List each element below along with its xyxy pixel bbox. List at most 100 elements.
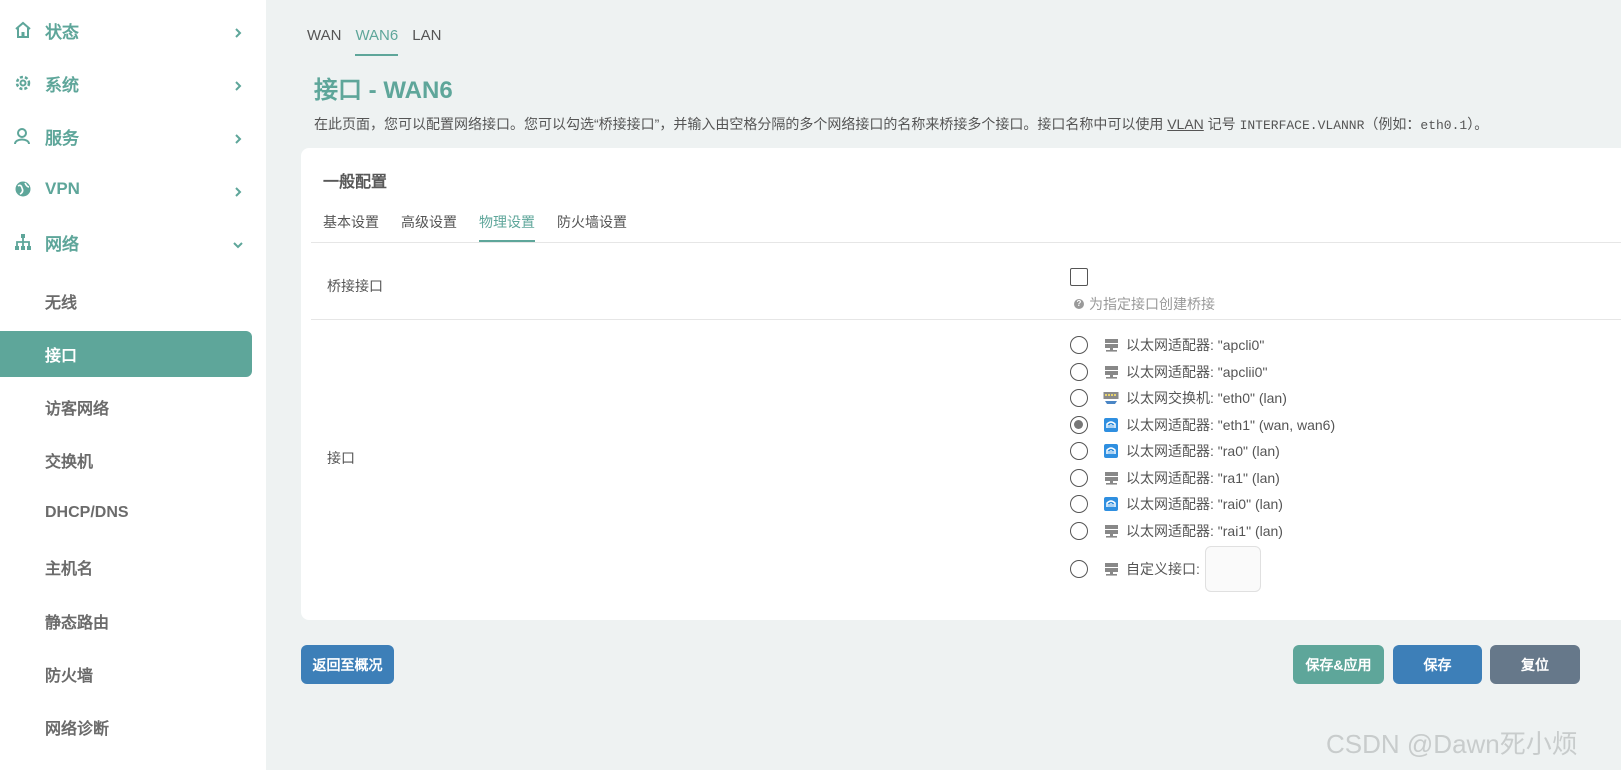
tab-basic-settings[interactable]: 基本设置 bbox=[323, 210, 379, 242]
interface-label: 接口 bbox=[327, 450, 355, 466]
wifi-adapter-icon bbox=[1103, 443, 1119, 459]
interface-option-label: 以太网适配器: "eth1" (wan, wan6) bbox=[1126, 416, 1336, 433]
desc-code: INTERFACE.VLANNR bbox=[1239, 118, 1365, 133]
radio-button[interactable] bbox=[1070, 389, 1088, 408]
sidebar-item-label: 交换机 bbox=[45, 454, 94, 471]
watermark: CSDN @Dawn死小烦 bbox=[1326, 729, 1578, 759]
interface-list: 以太网适配器: "apcli0" 以太网适配器: "apclii0" 以太网交换… bbox=[1070, 332, 1335, 594]
sidebar-item-static-routes[interactable]: 静态路由 bbox=[0, 598, 252, 644]
interface-option-label: 以太网适配器: "apclii0" bbox=[1126, 363, 1268, 380]
menu-status[interactable]: 状态 bbox=[0, 4, 266, 56]
chevron-right-icon bbox=[233, 78, 243, 91]
interface-option-label: 以太网适配器: "ra1" (lan) bbox=[1126, 469, 1280, 486]
desc-text: （例如： bbox=[1364, 116, 1421, 132]
wifi-adapter-icon bbox=[1103, 417, 1119, 433]
menu-system-label: 系统 bbox=[45, 75, 79, 95]
sidebar-item-diagnostics[interactable]: 网络诊断 bbox=[0, 704, 252, 750]
back-to-overview-button[interactable]: 返回至概况 bbox=[301, 645, 394, 684]
sidebar-item-label: 访客网络 bbox=[45, 401, 110, 418]
interface-option-eth0[interactable]: 以太网交换机: "eth0" (lan) bbox=[1070, 385, 1335, 412]
sidebar-item-dhcp-dns[interactable]: DHCP/DNS bbox=[0, 490, 252, 536]
chevron-right-icon bbox=[233, 184, 243, 197]
sidebar-item-label: 主机名 bbox=[45, 561, 94, 578]
interface-option-label: 以太网适配器: "apcli0" bbox=[1126, 337, 1265, 354]
wifi-adapter-icon bbox=[1103, 496, 1119, 512]
tab-physical-settings[interactable]: 物理设置 bbox=[479, 210, 535, 242]
menu-vpn[interactable]: VPN bbox=[0, 163, 266, 215]
desc-text: ）。 bbox=[1467, 116, 1489, 132]
sidebar-item-label: 静态路由 bbox=[45, 615, 110, 632]
bridge-hint: ? 为指定接口创建桥接 bbox=[1074, 294, 1215, 314]
sidebar-item-label: 无线 bbox=[45, 295, 78, 312]
tab-advanced-settings[interactable]: 高级设置 bbox=[401, 210, 457, 242]
save-button[interactable]: 保存 bbox=[1393, 645, 1482, 684]
section-title: 一般配置 bbox=[323, 174, 388, 191]
radio-button[interactable] bbox=[1070, 415, 1088, 434]
menu-status-label: 状态 bbox=[45, 22, 79, 42]
sidebar-item-interfaces[interactable]: 接口 bbox=[0, 331, 252, 377]
interface-option-eth1[interactable]: 以太网适配器: "eth1" (wan, wan6) bbox=[1070, 412, 1335, 439]
tab-lan[interactable]: LAN bbox=[412, 22, 441, 56]
sidebar-item-label: 接口 bbox=[45, 348, 78, 365]
vlan-link[interactable]: VLAN bbox=[1167, 116, 1204, 132]
interface-option-rai0[interactable]: 以太网适配器: "rai0" (lan) bbox=[1070, 491, 1335, 518]
sidebar-item-label: 网络诊断 bbox=[45, 721, 110, 738]
globe-icon bbox=[13, 179, 33, 199]
menu-network-label: 网络 bbox=[45, 234, 79, 254]
desc-text: 在此页面，您可以配置网络接口。您可以勾选“桥接接口”，并输入由空格分隔的多个网络… bbox=[314, 116, 1168, 132]
ethernet-adapter-icon bbox=[1103, 561, 1119, 577]
gear-icon bbox=[13, 73, 33, 93]
sidebar-item-wireless[interactable]: 无线 bbox=[0, 278, 252, 324]
ethernet-adapter-icon bbox=[1103, 364, 1119, 380]
sidebar-item-guest-network[interactable]: 访客网络 bbox=[0, 384, 252, 430]
reset-button[interactable]: 复位 bbox=[1490, 645, 1580, 684]
interface-option-apcli0[interactable]: 以太网适配器: "apcli0" bbox=[1070, 332, 1335, 359]
interface-option-ra0[interactable]: 以太网适配器: "ra0" (lan) bbox=[1070, 438, 1335, 465]
tab-wan[interactable]: WAN bbox=[307, 22, 341, 56]
save-apply-button[interactable]: 保存&应用 bbox=[1293, 645, 1384, 684]
radio-button[interactable] bbox=[1070, 336, 1088, 355]
sidebar-item-label: 防火墙 bbox=[45, 668, 94, 685]
radio-button[interactable] bbox=[1070, 521, 1088, 540]
radio-button[interactable] bbox=[1070, 468, 1088, 487]
ethernet-adapter-icon bbox=[1103, 337, 1119, 353]
menu-network[interactable]: 网络 bbox=[0, 216, 266, 268]
menu-vpn-label: VPN bbox=[45, 179, 80, 198]
interface-option-label: 以太网适配器: "rai0" (lan) bbox=[1126, 496, 1283, 513]
radio-button[interactable] bbox=[1070, 560, 1088, 578]
page-description: 在此页面，您可以配置网络接口。您可以勾选“桥接接口”，并输入由空格分隔的多个网络… bbox=[314, 114, 1488, 134]
menu-services[interactable]: 服务 bbox=[0, 110, 266, 162]
tab-firewall-settings[interactable]: 防火墙设置 bbox=[557, 210, 627, 242]
interface-option-rai1[interactable]: 以太网适配器: "rai1" (lan) bbox=[1070, 518, 1335, 545]
help-icon: ? bbox=[1074, 299, 1084, 309]
interface-option-ra1[interactable]: 以太网适配器: "ra1" (lan) bbox=[1070, 465, 1335, 492]
bridge-hint-text: 为指定接口创建桥接 bbox=[1089, 296, 1215, 312]
bridge-checkbox[interactable] bbox=[1070, 268, 1088, 286]
radio-button[interactable] bbox=[1070, 362, 1088, 381]
bridge-label: 桥接接口 bbox=[327, 278, 383, 294]
sidebar-item-switch[interactable]: 交换机 bbox=[0, 437, 252, 483]
tab-wan6[interactable]: WAN6 bbox=[355, 22, 399, 56]
interface-option-label: 以太网适配器: "ra0" (lan) bbox=[1126, 443, 1280, 460]
ethernet-adapter-icon bbox=[1103, 470, 1119, 486]
interface-option-apclii0[interactable]: 以太网适配器: "apclii0" bbox=[1070, 359, 1335, 386]
section-tabs: 基本设置 高级设置 物理设置 防火墙设置 bbox=[323, 210, 649, 242]
sidebar-item-hostnames[interactable]: 主机名 bbox=[0, 544, 252, 590]
chevron-down-icon bbox=[233, 237, 243, 249]
general-config-panel: 一般配置 基本设置 高级设置 物理设置 防火墙设置 桥接接口 ? 为指定接口创建桥… bbox=[301, 148, 1621, 620]
menu-system[interactable]: 系统 bbox=[0, 57, 266, 109]
interface-option-label: 以太网适配器: "rai1" (lan) bbox=[1126, 522, 1283, 539]
custom-interface-input[interactable] bbox=[1204, 546, 1261, 592]
interface-option-custom[interactable]: 自定义接口: bbox=[1070, 544, 1335, 594]
sidebar-item-label: DHCP/DNS bbox=[45, 504, 129, 521]
desc-example: eth0.1 bbox=[1420, 118, 1468, 133]
sidebar-item-firewall[interactable]: 防火墙 bbox=[0, 651, 252, 697]
custom-interface-label: 自定义接口: bbox=[1126, 561, 1200, 577]
radio-button[interactable] bbox=[1070, 495, 1088, 514]
page-title: 接口 - WAN6 bbox=[314, 77, 453, 104]
menu-services-label: 服务 bbox=[45, 128, 79, 148]
chevron-right-icon bbox=[233, 131, 243, 144]
desc-text: 记号 bbox=[1203, 116, 1240, 132]
user-icon bbox=[13, 126, 33, 146]
radio-button[interactable] bbox=[1070, 442, 1088, 461]
